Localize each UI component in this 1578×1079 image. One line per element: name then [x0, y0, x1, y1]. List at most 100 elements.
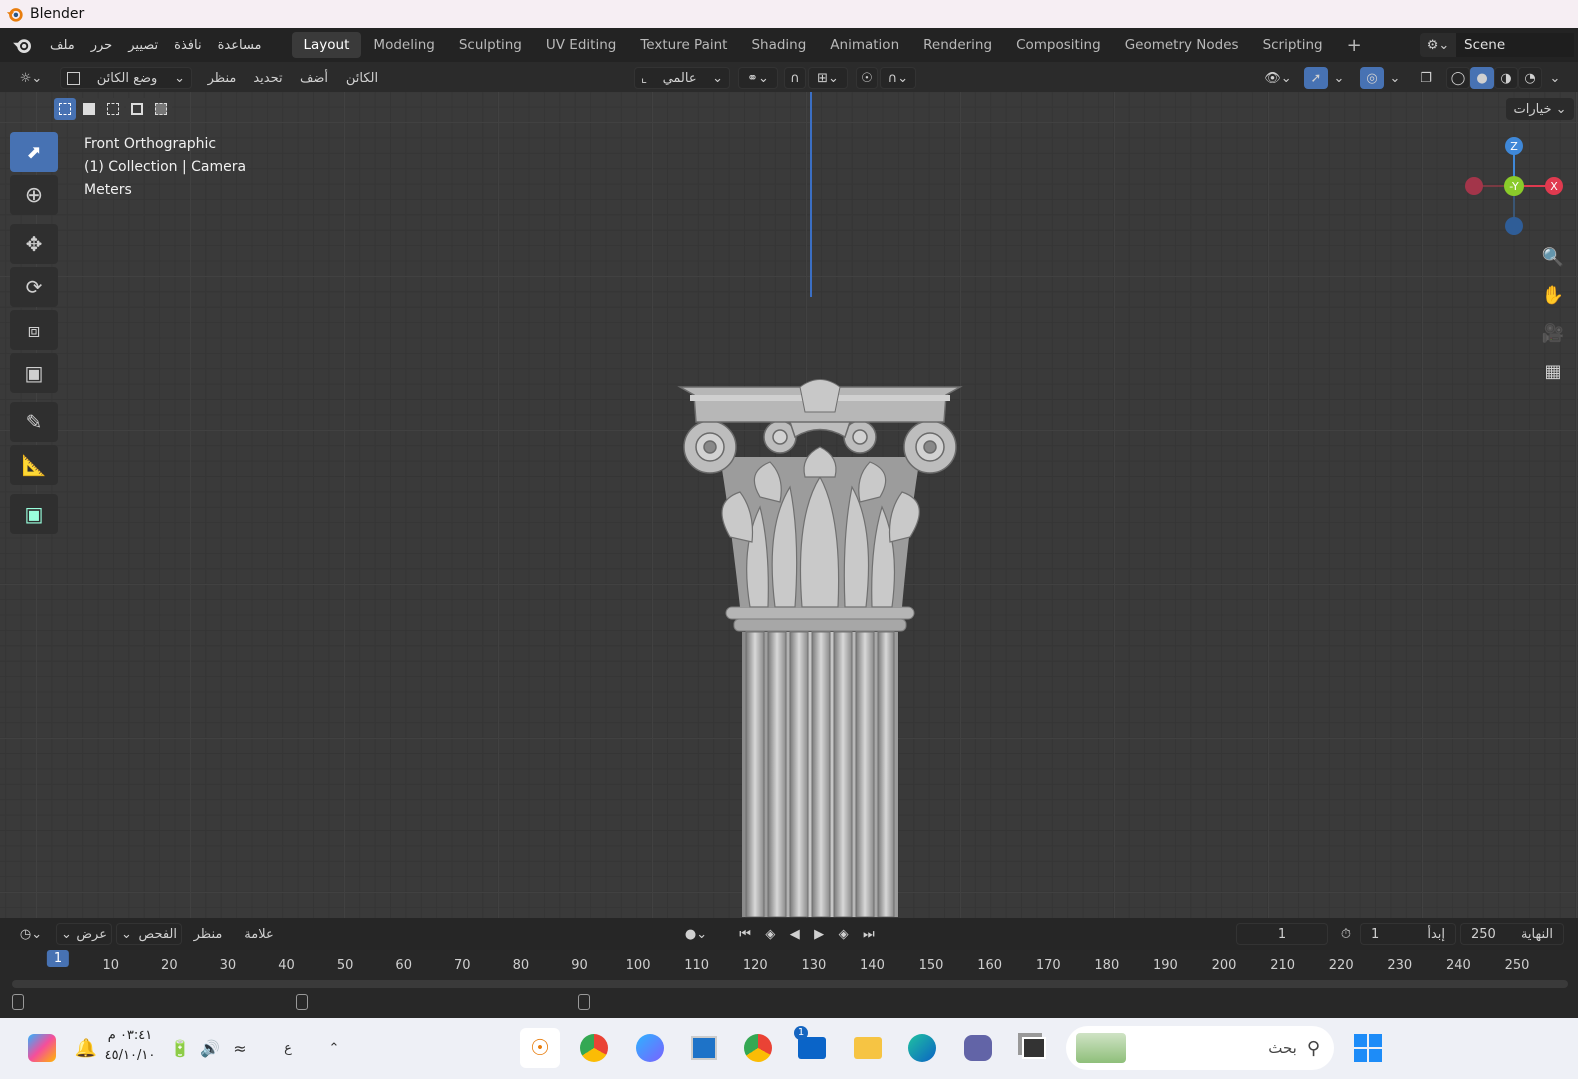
taskbar-copilot[interactable]	[630, 1028, 670, 1068]
tab-geometry-nodes[interactable]: Geometry Nodes	[1113, 32, 1251, 58]
jump-start-icon[interactable]: ⏮	[739, 927, 751, 942]
timeline-left-handle[interactable]	[12, 994, 24, 1010]
snap-toggle[interactable]: ∩	[784, 67, 806, 89]
select-invert-button[interactable]	[126, 98, 148, 120]
timeline-look-menu[interactable]: منظر	[190, 923, 226, 945]
ortho-toggle-button[interactable]: ▦	[1538, 356, 1568, 386]
taskbar-search-box[interactable]: بحث ⚲	[1066, 1026, 1334, 1070]
tool-annotate[interactable]: ✎	[10, 402, 58, 442]
editor-type-button[interactable]: ☼⌄	[12, 67, 50, 89]
orientation-dropdown[interactable]: ⌞ عالمي ⌄	[634, 67, 730, 89]
scene-selector-button[interactable]: ⚙⌄	[1420, 33, 1456, 57]
tool-cursor[interactable]: ⊕	[10, 175, 58, 215]
tool-measure[interactable]: 📐	[10, 445, 58, 485]
select-menu[interactable]: تحديد	[248, 67, 288, 89]
tab-modeling[interactable]: Modeling	[361, 32, 446, 58]
add-workspace-icon[interactable]: +	[1335, 30, 1374, 61]
tab-animation[interactable]: Animation	[818, 32, 911, 58]
menu-help[interactable]: مساعدة	[210, 38, 270, 53]
shading-wireframe[interactable]: ◯	[1446, 67, 1470, 89]
mode-dropdown[interactable]: وضع الكائن ⌄	[60, 67, 192, 89]
blender-menu-icon[interactable]	[12, 34, 34, 56]
start-frame-field[interactable]: 1 إبدأ	[1360, 923, 1456, 945]
shading-rendered[interactable]: ◔	[1518, 67, 1542, 89]
prev-keyframe-icon[interactable]: ◈	[765, 927, 775, 942]
proportional-edit-toggle[interactable]: ☉	[856, 67, 878, 89]
tab-texture-paint[interactable]: Texture Paint	[628, 32, 739, 58]
tool-rotate[interactable]: ⟳	[10, 267, 58, 307]
tab-scripting[interactable]: Scripting	[1251, 32, 1335, 58]
timeline-editor-type[interactable]: ◷⌄	[14, 923, 48, 945]
shading-dropdown[interactable]: ⌄	[1546, 67, 1564, 89]
tab-compositing[interactable]: Compositing	[1004, 32, 1113, 58]
taskbar-chrome-profile[interactable]	[574, 1028, 614, 1068]
tab-uv-editing[interactable]: UV Editing	[534, 32, 628, 58]
copilot-preview-button[interactable]	[22, 1028, 62, 1068]
start-button[interactable]	[1348, 1028, 1388, 1068]
select-subtract-button[interactable]	[102, 98, 124, 120]
taskbar-chrome[interactable]	[738, 1028, 778, 1068]
tool-scale[interactable]: ⧈	[10, 310, 58, 350]
taskbar-teams[interactable]	[958, 1028, 998, 1068]
tab-rendering[interactable]: Rendering	[911, 32, 1004, 58]
taskbar-edge[interactable]	[902, 1028, 942, 1068]
navigation-gizmo[interactable]: Z X -Y	[1462, 126, 1572, 236]
timeline-right-handle[interactable]	[578, 994, 590, 1010]
timeline-view-menu[interactable]: ⌄ عرض	[56, 923, 112, 945]
taskbar-file-explorer[interactable]	[848, 1028, 888, 1068]
play-icon[interactable]: ▶	[814, 927, 824, 942]
options-dropdown[interactable]: خيارات ⌄	[1506, 98, 1574, 120]
select-intersect-button[interactable]	[150, 98, 172, 120]
taskbar-blender[interactable]: ☉	[520, 1028, 560, 1068]
shading-material[interactable]: ◑	[1494, 67, 1518, 89]
menu-edit[interactable]: حرر	[83, 38, 121, 53]
tab-sculpting[interactable]: Sculpting	[447, 32, 534, 58]
timeline-scrollbar[interactable]	[12, 980, 1568, 988]
gizmo-toggle[interactable]: ➚	[1304, 67, 1328, 89]
gizmo-dropdown[interactable]: ⌄	[1330, 67, 1348, 89]
timeline-marker-menu[interactable]: علامة	[236, 923, 282, 945]
timeline-mid-handle[interactable]	[296, 994, 308, 1010]
current-frame-field[interactable]: 1	[1236, 923, 1328, 945]
overlay-toggle[interactable]: ◎	[1360, 67, 1384, 89]
overlay-dropdown[interactable]: ⌄	[1386, 67, 1404, 89]
end-frame-field[interactable]: 250 النهاية	[1460, 923, 1564, 945]
xray-toggle[interactable]: ❐	[1414, 67, 1438, 89]
tray-overflow-button[interactable]: ⌃	[314, 1028, 354, 1068]
current-frame-marker[interactable]: 1	[46, 950, 70, 967]
taskbar-task-view[interactable]	[1014, 1028, 1054, 1068]
play-reverse-icon[interactable]: ◀	[790, 927, 800, 942]
camera-view-button[interactable]: 🎥	[1538, 318, 1568, 348]
autokey-toggle[interactable]: ●⌄	[674, 923, 718, 945]
scene-name-field[interactable]: Scene	[1456, 33, 1574, 57]
taskbar-mail[interactable]: 1	[792, 1026, 832, 1068]
shading-solid[interactable]: ●	[1470, 67, 1494, 89]
tab-layout[interactable]: Layout	[291, 32, 362, 58]
wifi-button[interactable]: ≈	[220, 1028, 260, 1068]
tool-add-cube[interactable]: ▣	[10, 494, 58, 534]
add-menu[interactable]: أضف	[296, 67, 332, 89]
falloff-dropdown[interactable]: ∩⌄	[880, 67, 916, 89]
tool-move[interactable]: ✥	[10, 224, 58, 264]
pivot-dropdown[interactable]: ⚭⌄	[738, 67, 778, 89]
tab-shading[interactable]: Shading	[739, 32, 818, 58]
menu-window[interactable]: نافذة	[166, 38, 209, 53]
timeline-inspect-menu[interactable]: ⌄ الفحص	[116, 923, 182, 945]
select-new-button[interactable]	[54, 98, 76, 120]
menu-file[interactable]: ملف	[42, 38, 83, 53]
timeline[interactable]: 1 10 20 30 40 50 60 70 80 90 100 110 120 130 140 150 160…	[0, 950, 1578, 1018]
language-indicator[interactable]: ع	[268, 1028, 308, 1068]
taskbar-store[interactable]	[684, 1028, 724, 1068]
tool-select-box[interactable]: ⬈	[10, 132, 58, 172]
object-menu[interactable]: الكائن	[340, 67, 384, 89]
clock[interactable]: ٠٣:٤١ م ٤٥/١٠/١٠	[100, 1026, 160, 1066]
3d-viewport[interactable]: خيارات ⌄ Front Orthographic (1) Collecti…	[0, 92, 1578, 918]
zoom-button[interactable]: 🔍	[1538, 242, 1568, 272]
visibility-dropdown[interactable]: 👁⌄	[1260, 67, 1296, 89]
menu-render[interactable]: تصيير	[120, 38, 166, 53]
snap-target-dropdown[interactable]: ⊞⌄	[808, 67, 848, 89]
corinthian-column-mesh[interactable]	[670, 287, 970, 917]
jump-end-icon[interactable]: ⏭	[863, 927, 875, 942]
next-keyframe-icon[interactable]: ◈	[839, 927, 849, 942]
view-menu[interactable]: منظر	[202, 67, 242, 89]
